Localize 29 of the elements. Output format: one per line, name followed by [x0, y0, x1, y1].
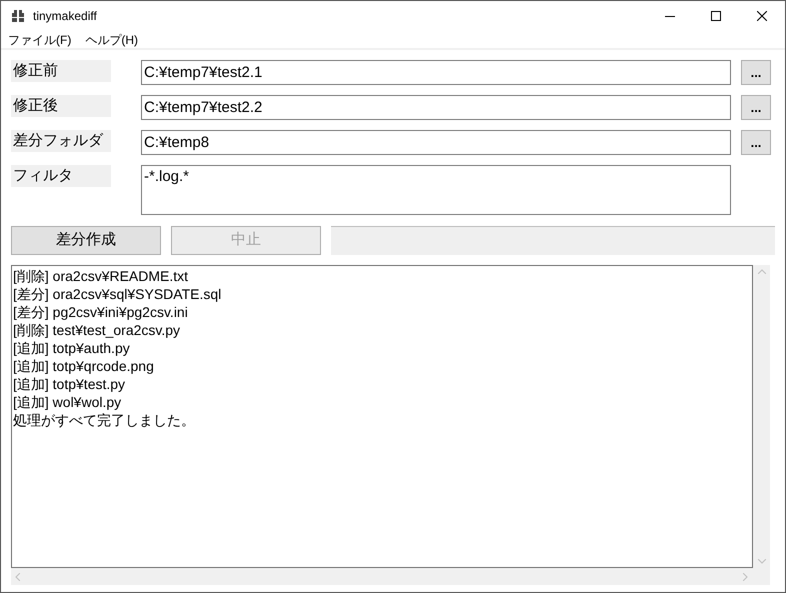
filter-field[interactable]: -*.log.* [141, 165, 731, 215]
log-line: [削除] ora2csv¥README.txt [13, 267, 190, 285]
log-line: [差分] ora2csv¥sql¥SYSDATE.sql [13, 285, 222, 303]
menu-item[interactable]: ヘルプ(H) [78, 30, 145, 48]
log-line: [削除] test¥test_ora2csv.py [13, 321, 182, 339]
close-icon [757, 11, 767, 21]
browse-button[interactable]: ... [741, 130, 771, 155]
path-field[interactable]: C:¥temp7¥test2.1 [141, 60, 731, 85]
path-field[interactable]: C:¥temp8 [141, 130, 731, 155]
path-field[interactable]: C:¥temp7¥test2.2 [141, 95, 731, 120]
create-diff-button[interactable]: 差分作成 [11, 226, 161, 255]
menu-item[interactable]: ファイル(F) [1, 30, 78, 48]
field-label: 修正後 [11, 95, 111, 117]
browse-button[interactable]: ... [741, 60, 771, 85]
window-title: tinymakediff [33, 8, 97, 25]
browse-button[interactable]: ... [741, 95, 771, 120]
log-line: [差分] pg2csv¥ini¥pg2csv.ini [13, 303, 189, 321]
app-icon [11, 9, 25, 23]
maximize-icon [711, 11, 721, 21]
log-line: [追加] totp¥auth.py [13, 339, 131, 357]
field-label: フィルタ [11, 165, 111, 187]
field-label: 差分フォルダ [11, 130, 111, 152]
log-line: [追加] wol¥wol.py [13, 393, 122, 411]
log-line: [追加] totp¥test.py [13, 375, 126, 393]
log-line: 処理がすべて完了しました。 [13, 411, 196, 429]
log-line: [追加] totp¥qrcode.png [13, 357, 155, 375]
horizontal-scrollbar[interactable] [11, 568, 770, 585]
field-label: 修正前 [11, 60, 111, 82]
vertical-scrollbar[interactable] [753, 265, 770, 568]
